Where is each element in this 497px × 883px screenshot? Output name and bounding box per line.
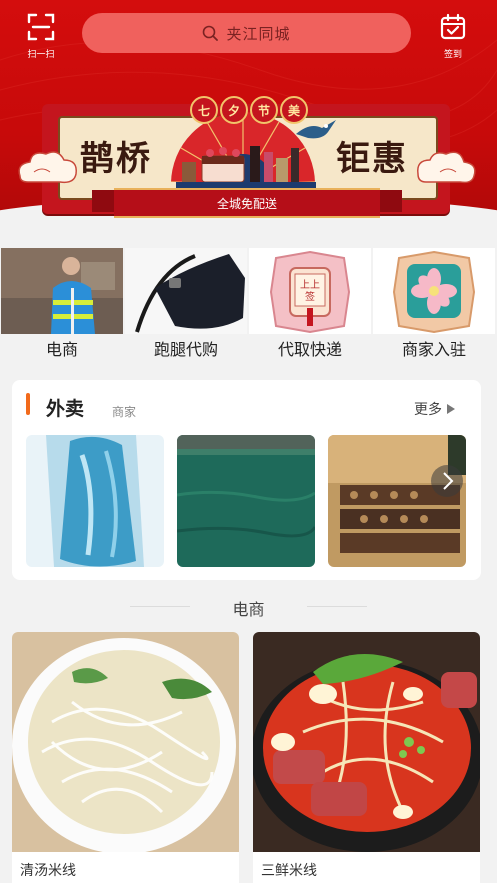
scan-button[interactable]: 扫一扫 bbox=[18, 12, 64, 60]
takeout-subtitle[interactable]: 商家 bbox=[112, 403, 136, 420]
ribbon-ear-left bbox=[92, 190, 116, 212]
shop-thumbnail[interactable] bbox=[26, 435, 164, 567]
product-image bbox=[253, 632, 480, 852]
more-link[interactable]: 更多 bbox=[414, 399, 455, 419]
product-image bbox=[12, 632, 239, 852]
ribbon-ear-right bbox=[378, 190, 402, 212]
product-name: 清汤米线 bbox=[20, 863, 76, 879]
search-placeholder: 夹江同城 bbox=[226, 24, 291, 43]
errand-photo bbox=[125, 248, 247, 334]
category-label: 电商 bbox=[45, 340, 78, 359]
shop-thumbnail[interactable] bbox=[328, 435, 466, 567]
badge-char: 夕 bbox=[220, 96, 248, 124]
parcel-pickup-icon: 上上 签 bbox=[249, 248, 371, 334]
sign-in-label: 签到 bbox=[443, 50, 462, 60]
scan-icon bbox=[27, 13, 55, 41]
ecommerce-photo bbox=[1, 248, 123, 334]
section-accent-bar bbox=[26, 393, 30, 415]
shop-thumbnail[interactable] bbox=[177, 435, 315, 567]
merchant-join-icon bbox=[373, 248, 495, 334]
product-name: 三鲜米线 bbox=[261, 863, 317, 879]
category-errand[interactable]: 跑腿代购 bbox=[124, 248, 248, 360]
banner-ribbon: 全城免配送 bbox=[114, 188, 380, 218]
calendar-check-icon bbox=[440, 13, 466, 40]
more-label: 更多 bbox=[414, 402, 442, 418]
cloud-left-icon bbox=[18, 151, 77, 184]
search-bar[interactable]: 夹江同城 bbox=[82, 13, 411, 53]
festival-badges: 七 夕 节 美 bbox=[190, 96, 308, 124]
banner-left-text: 鹊桥 bbox=[80, 139, 152, 179]
svg-text:签: 签 bbox=[305, 290, 315, 303]
ribbon-text: 全城免配送 bbox=[216, 196, 277, 211]
product-card[interactable]: 三鲜米线 bbox=[253, 632, 480, 883]
ecommerce-section-title: 电商 bbox=[232, 600, 265, 619]
search-icon bbox=[203, 25, 219, 41]
takeout-title: 外卖 bbox=[46, 398, 85, 420]
badge-char: 节 bbox=[250, 96, 278, 124]
category-label: 商家入驻 bbox=[401, 340, 466, 359]
magpie-icon bbox=[296, 120, 336, 139]
scan-label: 扫一扫 bbox=[27, 50, 55, 60]
banner-right-text: 钜惠 bbox=[336, 139, 408, 179]
sign-in-button[interactable]: 签到 bbox=[430, 12, 476, 60]
badge-char: 七 bbox=[190, 96, 218, 124]
product-card[interactable]: 清汤米线 bbox=[12, 632, 239, 883]
triangle-right-icon bbox=[447, 404, 455, 414]
svg-text:上上: 上上 bbox=[300, 279, 320, 291]
cloud-right-icon bbox=[417, 151, 476, 184]
category-label: 跑腿代购 bbox=[153, 340, 218, 359]
category-merchant[interactable]: 商家入驻 bbox=[372, 248, 496, 360]
category-label: 代取快递 bbox=[277, 340, 342, 359]
category-parcel[interactable]: 上上 签 代取快递 bbox=[248, 248, 372, 360]
category-ecommerce[interactable]: 电商 bbox=[0, 248, 124, 360]
